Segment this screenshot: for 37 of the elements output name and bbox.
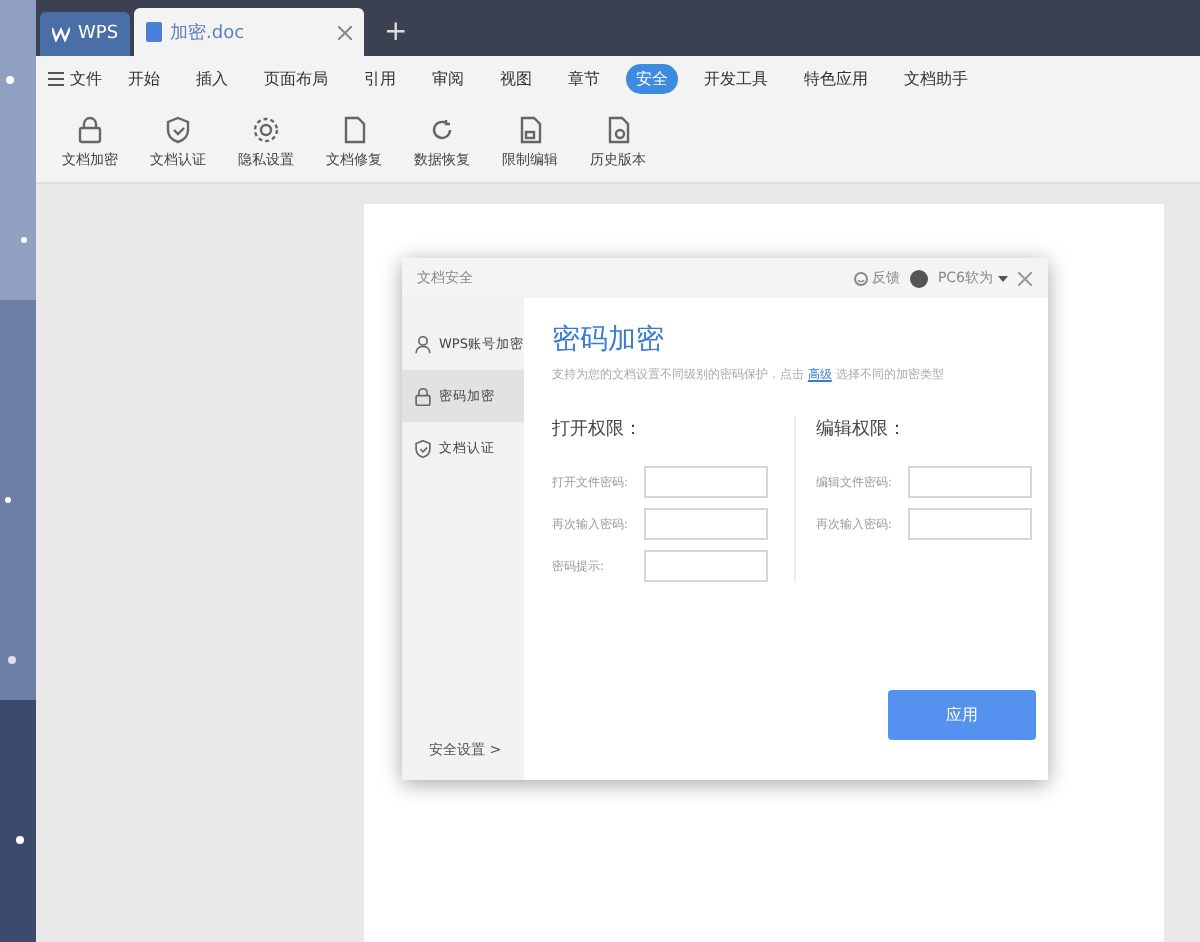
- menu-tab[interactable]: 安全: [626, 63, 678, 93]
- close-icon[interactable]: [338, 25, 353, 39]
- lock-icon: [74, 113, 106, 145]
- menu-tab[interactable]: 开发工具: [694, 63, 778, 93]
- password-field[interactable]: [643, 466, 768, 498]
- menu-tab[interactable]: 特色应用: [794, 63, 878, 93]
- tab[interactable]: WPS: [40, 12, 131, 56]
- smiley-icon: [853, 271, 868, 285]
- menu-tab[interactable]: 插入: [186, 63, 238, 93]
- menu-tab[interactable]: 开始: [118, 63, 170, 93]
- menu-tab[interactable]: 视图: [490, 63, 542, 93]
- column-title: 编辑权限：: [815, 417, 908, 442]
- document-icon: [146, 22, 163, 42]
- shield-check-icon: [162, 113, 194, 145]
- menu-tab[interactable]: 引用: [354, 63, 406, 93]
- lock-icon: [411, 385, 433, 407]
- tab[interactable]: 加密.doc: [134, 8, 365, 56]
- column-title: 打开权限：: [551, 417, 644, 442]
- password-field[interactable]: [907, 466, 1032, 498]
- caret-icon[interactable]: [997, 275, 1007, 281]
- close-icon[interactable]: [1017, 271, 1031, 285]
- menu-tab[interactable]: 章节: [558, 63, 610, 93]
- shield-check-icon: [411, 437, 433, 459]
- password-field[interactable]: [643, 550, 768, 582]
- user-icon: [411, 333, 433, 355]
- new-tab-button[interactable]: +: [368, 16, 424, 56]
- menu-tab[interactable]: 文档助手: [894, 63, 978, 93]
- password-field[interactable]: [643, 508, 768, 540]
- wps-logo-icon: [52, 26, 70, 42]
- menu-tab[interactable]: 审阅: [422, 63, 474, 93]
- password-field[interactable]: [907, 508, 1032, 540]
- menu-icon[interactable]: [48, 71, 64, 85]
- section-heading: 密码加密: [551, 322, 666, 358]
- avatar-icon: [909, 269, 928, 287]
- gear-icon: [250, 113, 282, 145]
- menu-tab[interactable]: 页面布局: [254, 63, 338, 93]
- file-menu[interactable]: 文件: [70, 67, 102, 89]
